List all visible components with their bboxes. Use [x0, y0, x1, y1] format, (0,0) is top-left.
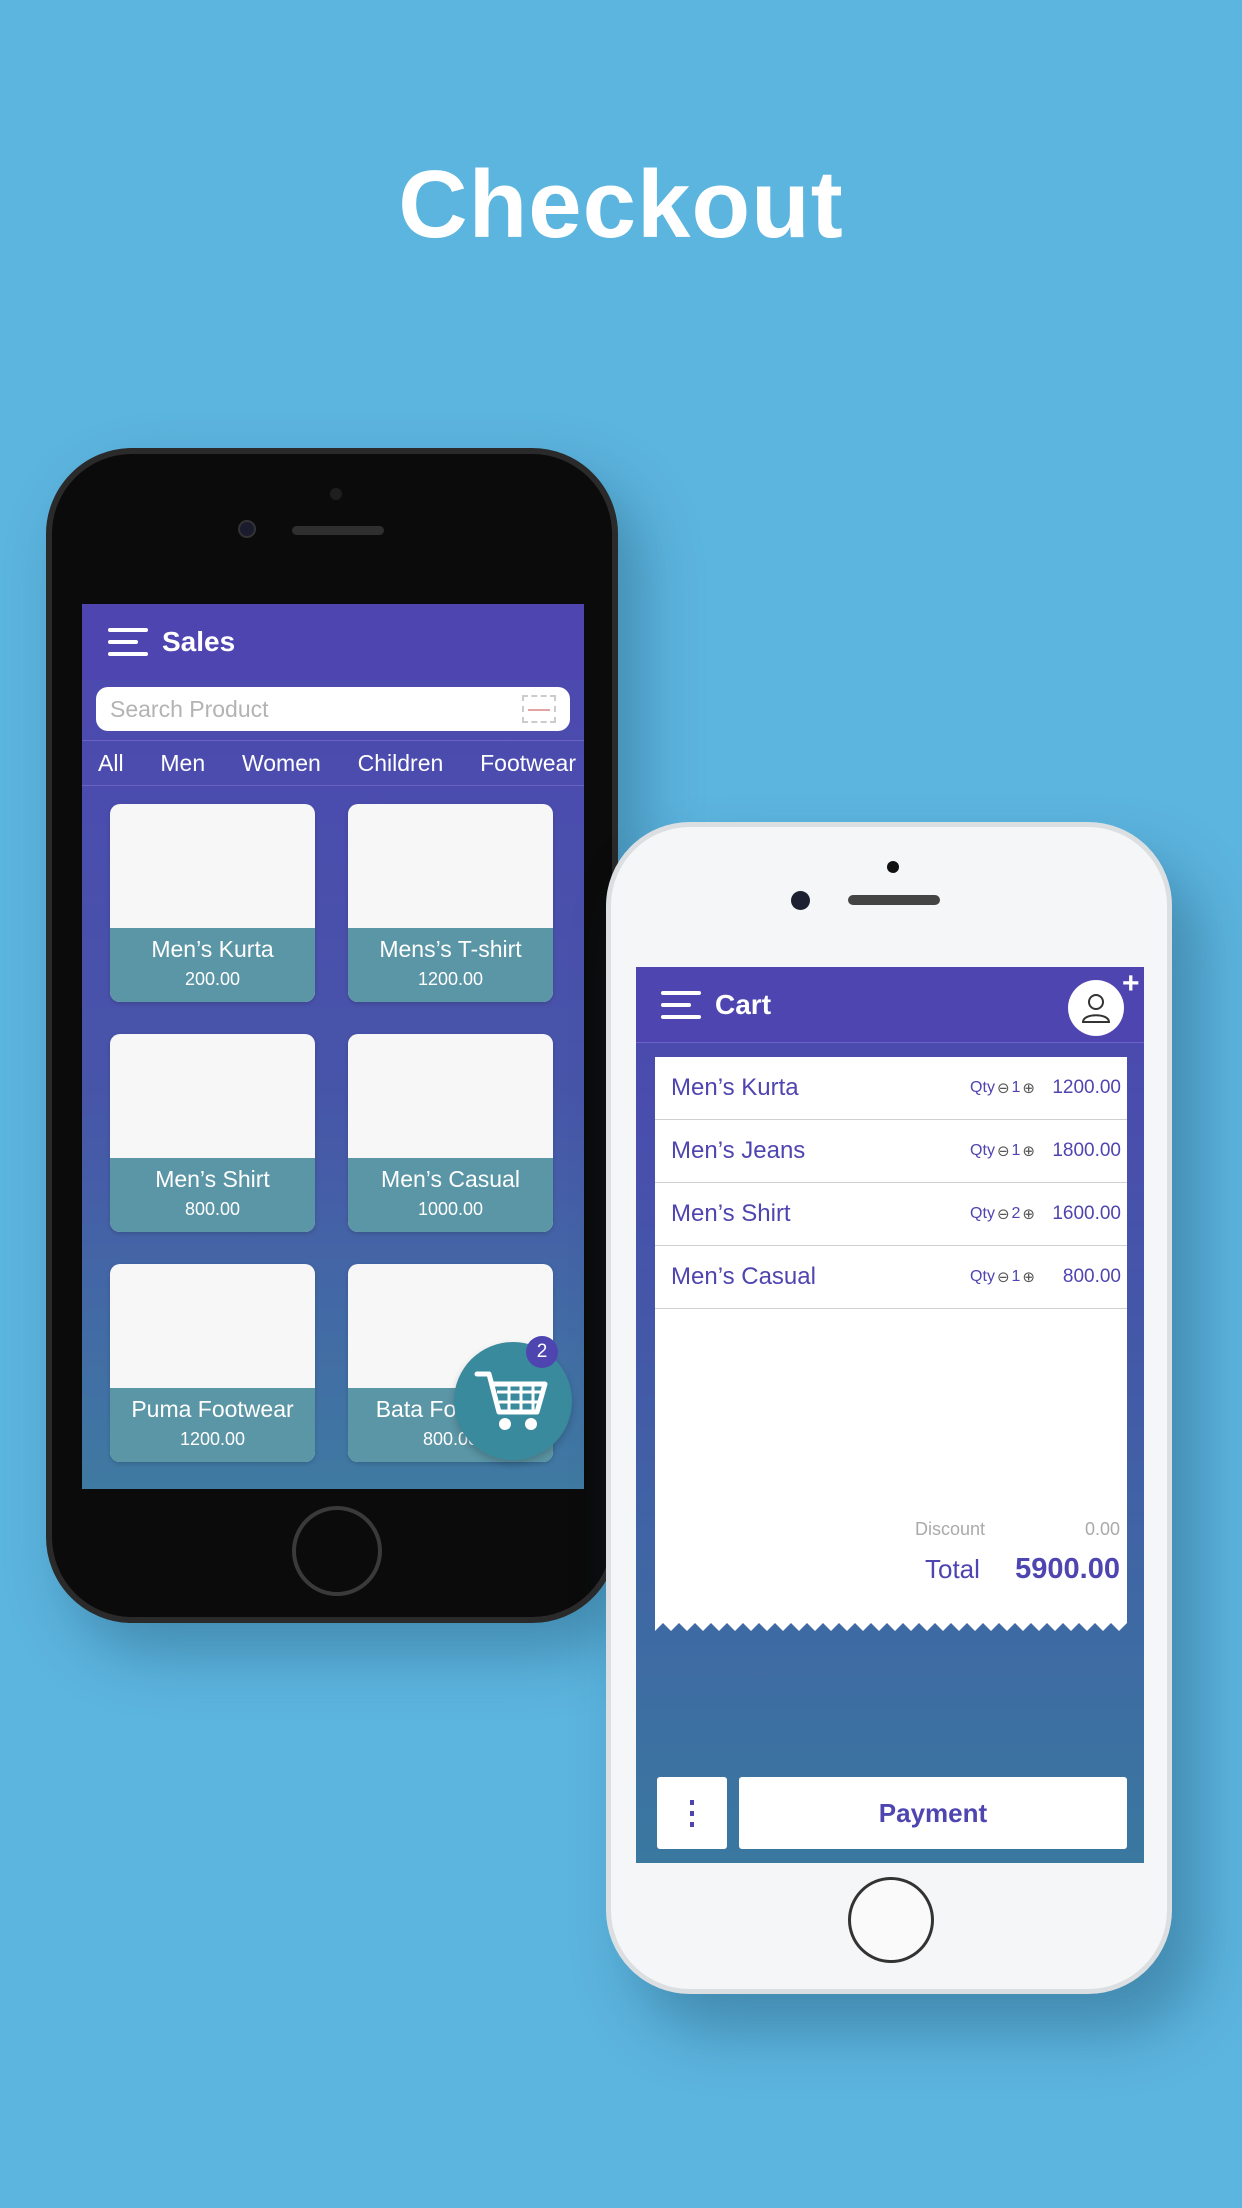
product-price: 1000.00	[417, 1199, 484, 1219]
category-tabs: All Men Women Children Footwear	[82, 740, 584, 786]
sales-screen: Sales Search Product All Men Women Child…	[82, 604, 584, 1489]
item-name: Men’s Casual	[671, 1263, 816, 1290]
qty-value: 1	[1011, 1268, 1021, 1285]
item-amount: 1600.00	[1052, 1203, 1121, 1224]
phone-white: Cart + Men’s Kurta Qty ⊖ 1 ⊕ 1200.00 Men	[606, 822, 1172, 1994]
earpiece-speaker	[292, 526, 384, 535]
qty-label: Qty	[970, 1205, 995, 1222]
product-name: Puma Footwear	[131, 1396, 294, 1422]
qty-value: 1	[1011, 1079, 1021, 1096]
plus-icon[interactable]: +	[1122, 969, 1140, 999]
product-price: 800.00	[184, 1199, 241, 1219]
plus-icon[interactable]: ⊕	[1022, 1079, 1035, 1097]
cart-screen: Cart + Men’s Kurta Qty ⊖ 1 ⊕ 1200.00 Men	[636, 967, 1144, 1863]
discount-label: Discount	[915, 1519, 986, 1539]
cart-receipt: Men’s Kurta Qty ⊖ 1 ⊕ 1200.00 Men’s Jean…	[655, 1057, 1127, 1617]
search-placeholder: Search Product	[110, 695, 269, 722]
tab-women[interactable]: Women	[242, 750, 321, 777]
earpiece-speaker	[848, 895, 940, 905]
sales-title: Sales	[162, 626, 236, 657]
item-name: Men’s Shirt	[671, 1200, 791, 1227]
hamburger-icon[interactable]	[108, 628, 148, 656]
phone-black: Sales Search Product All Men Women Child…	[46, 448, 618, 1623]
product-price: 1200.00	[417, 969, 484, 989]
qty-value: 1	[1011, 1142, 1021, 1159]
item-name: Men’s Jeans	[671, 1137, 806, 1164]
hamburger-icon[interactable]	[661, 990, 701, 1019]
proximity-sensor	[887, 861, 899, 873]
cart-line-item[interactable]: Men’s Casual Qty ⊖ 1 ⊕ 800.00	[655, 1246, 1127, 1309]
minus-icon[interactable]: ⊖	[997, 1268, 1010, 1286]
qty-label: Qty	[970, 1142, 995, 1159]
product-name: Men’s Casual	[381, 1166, 520, 1192]
tab-children[interactable]: Children	[358, 750, 444, 777]
qty-stepper[interactable]: Qty ⊖ 2 ⊕	[970, 1205, 1035, 1223]
qty-value: 2	[1011, 1205, 1021, 1222]
cart-line-item[interactable]: Men’s Kurta Qty ⊖ 1 ⊕ 1200.00	[655, 1057, 1127, 1120]
minus-icon[interactable]: ⊖	[997, 1205, 1010, 1223]
cart-count-badge: 2	[526, 1336, 558, 1368]
total-value: 5900.00	[1015, 1553, 1120, 1585]
qty-label: Qty	[970, 1079, 995, 1096]
more-vertical-icon[interactable]	[657, 1777, 727, 1849]
front-camera	[791, 891, 810, 910]
total-row: Total 5900.00	[925, 1553, 1120, 1586]
cart-title: Cart	[715, 988, 772, 1020]
payment-button[interactable]: Payment	[739, 1777, 1127, 1849]
item-amount: 800.00	[1062, 1266, 1121, 1287]
proximity-sensor	[330, 488, 342, 500]
discount-row: Discount 0.00	[915, 1519, 1120, 1540]
tab-all[interactable]: All	[98, 750, 124, 777]
product-price: 1200.00	[179, 1429, 246, 1449]
product-price: 200.00	[184, 969, 241, 989]
qty-stepper[interactable]: Qty ⊖ 1 ⊕	[970, 1268, 1035, 1286]
product-name: Mens’s T-shirt	[379, 936, 522, 962]
add-user-icon[interactable]	[1068, 980, 1124, 1036]
sales-app-bar: Sales	[82, 604, 584, 680]
product-name: Men’s Shirt	[155, 1166, 270, 1192]
front-camera	[238, 520, 256, 538]
item-amount: 1800.00	[1052, 1140, 1121, 1161]
product-card[interactable]: Mens’s T-shirt 1200.00	[348, 804, 553, 1002]
qty-label: Qty	[970, 1268, 995, 1285]
total-label: Total	[925, 1554, 980, 1584]
barcode-icon[interactable]	[522, 695, 556, 723]
minus-icon[interactable]: ⊖	[997, 1142, 1010, 1160]
plus-icon[interactable]: ⊕	[1022, 1142, 1035, 1160]
qty-stepper[interactable]: Qty ⊖ 1 ⊕	[970, 1142, 1035, 1160]
page-headline: Checkout	[398, 151, 844, 258]
plus-icon[interactable]: ⊕	[1022, 1268, 1035, 1286]
receipt-tear-edge	[655, 1617, 1127, 1631]
product-card[interactable]: Men’s Kurta 200.00	[110, 804, 315, 1002]
minus-icon[interactable]: ⊖	[997, 1079, 1010, 1097]
tab-men[interactable]: Men	[160, 750, 205, 777]
product-card[interactable]: Men’s Shirt 800.00	[110, 1034, 315, 1232]
home-button[interactable]	[292, 1506, 382, 1596]
product-card[interactable]: Puma Footwear 1200.00	[110, 1264, 315, 1462]
tab-footwear[interactable]: Footwear	[480, 750, 576, 777]
product-name: Men’s Kurta	[151, 936, 274, 962]
plus-icon[interactable]: ⊕	[1022, 1205, 1035, 1223]
item-name: Men’s Kurta	[671, 1074, 799, 1101]
search-input[interactable]: Search Product	[96, 687, 570, 731]
qty-stepper[interactable]: Qty ⊖ 1 ⊕	[970, 1079, 1035, 1097]
cart-line-item[interactable]: Men’s Jeans Qty ⊖ 1 ⊕ 1800.00	[655, 1120, 1127, 1183]
cart-line-item[interactable]: Men’s Shirt Qty ⊖ 2 ⊕ 1600.00	[655, 1183, 1127, 1246]
product-card[interactable]: Men’s Casual 1000.00	[348, 1034, 553, 1232]
discount-value: 0.00	[1084, 1519, 1120, 1539]
item-amount: 1200.00	[1052, 1077, 1121, 1098]
home-button[interactable]	[848, 1877, 934, 1963]
